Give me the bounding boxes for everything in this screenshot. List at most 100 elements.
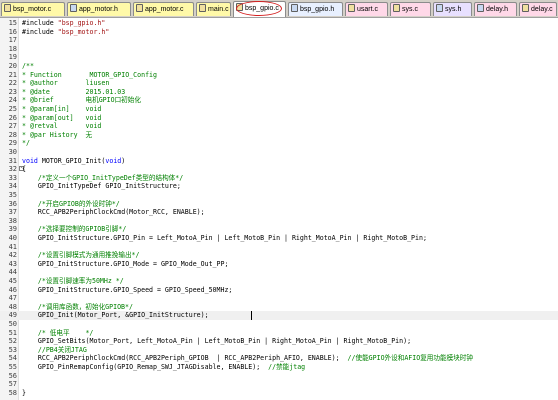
code-text[interactable]: RCC_APB2PeriphClockCmd(Motor_RCC, ENABLE… (22, 208, 205, 217)
code-line: 41 (0, 243, 558, 252)
code-text[interactable]: #include "bsp_gpio.h" (22, 19, 105, 28)
code-text[interactable]: * @author liusen (22, 79, 109, 88)
tab-delay-h[interactable]: delay.h (474, 2, 517, 16)
c-file-icon (348, 4, 355, 12)
code-line: 50 (0, 320, 558, 329)
tab-label: app_motor.c (145, 6, 184, 13)
code-line: 24 * @brief 电机GPIO口初始化 (0, 96, 558, 105)
code-token-comment: * @author liusen (22, 79, 110, 88)
code-line: 39 /*选择要控制的GPIOB引脚*/ (0, 225, 558, 234)
tab-usart-c[interactable]: usart.c (345, 2, 388, 16)
code-text[interactable]: /*设置引脚模式为通用推挽输出*/ (22, 251, 140, 260)
code-token-text: #include (22, 27, 58, 36)
code-text[interactable]: * Function MOTOR_GPIO_Config (22, 71, 157, 80)
tab-sys-h[interactable]: sys.h (433, 2, 472, 16)
code-token-text: GPIO_SetBits(Motor_Port, Left_MotoA_Pin … (22, 337, 412, 346)
line-number: 21 (8, 70, 17, 79)
tab-app-motor-c[interactable]: app_motor.c (133, 2, 194, 16)
line-number: 58 (8, 388, 17, 397)
code-text[interactable]: /*调用库函数，初始化GPIOB*/ (22, 303, 133, 312)
code-text[interactable]: * @param[in] void (22, 105, 101, 114)
line-number: 29 (8, 139, 17, 148)
tab-app-motor-h[interactable]: app_motor.h (67, 2, 131, 16)
code-line: 54 RCC_APB2PeriphClockCmd(RCC_APB2Periph… (0, 354, 558, 363)
code-line: 22 * @author liusen (0, 79, 558, 88)
c-file-icon (4, 4, 11, 12)
code-text[interactable]: /** (22, 62, 34, 71)
active-tab-highlight-ring (236, 1, 282, 16)
code-line: 47 (0, 294, 558, 303)
code-line: 37 RCC_APB2PeriphClockCmd(Motor_RCC, ENA… (0, 208, 558, 217)
code-token-comment: /*设置引脚速率为50MHz */ (22, 277, 124, 285)
code-text[interactable]: * @brief 电机GPIO口初始化 (22, 96, 141, 105)
code-token-comment: /*开启GPIOB的外设时钟*/ (22, 199, 120, 208)
h-file-icon (291, 4, 298, 12)
code-line: 31 void MOTOR_GPIO_Init(void) (0, 157, 558, 166)
code-line: 34 GPIO_InitTypeDef GPIO_InitStructure; (0, 182, 558, 191)
code-text[interactable]: /*开启GPIOB的外设时钟*/ (22, 200, 120, 209)
line-number: 47 (8, 294, 17, 303)
code-line: 57 (0, 380, 558, 389)
code-token-comment: /*选择要控制的GPIOB引脚*/ (22, 225, 127, 234)
tab-label: sys.c (402, 6, 418, 13)
code-text[interactable]: GPIO_Init(Motor_Port, &GPIO_InitStructur… (22, 311, 209, 320)
tab-label: bsp_motor.c (13, 6, 52, 13)
code-line: 17 (0, 36, 558, 45)
code-token-comment: /*定义一个GPIO_InitTypeDef类型的结构体*/ (22, 173, 184, 182)
line-number: 34 (8, 182, 17, 191)
code-text[interactable]: GPIO_InitTypeDef GPIO_InitStructure; (22, 182, 181, 191)
code-text[interactable]: /* 低电平 */ (22, 329, 94, 338)
line-number: 41 (8, 242, 17, 251)
code-text[interactable]: * @retval void (22, 122, 101, 131)
tab-main-c[interactable]: main.c (196, 2, 231, 16)
tab-label: delay.c (531, 6, 553, 13)
code-token-comment: /** (22, 62, 34, 70)
code-text[interactable]: * @param[out] void (22, 114, 101, 123)
tab-delay-c[interactable]: delay.c (519, 2, 557, 16)
line-number: 39 (8, 225, 17, 234)
code-line: 55 GPIO_PinRemapConfig(GPIO_Remap_SWJ_JT… (0, 363, 558, 372)
code-line: 26 * @param[out] void (0, 114, 558, 123)
h-file-icon (477, 4, 484, 12)
tab-sys-c[interactable]: sys.c (390, 2, 431, 16)
code-text[interactable]: /*选择要控制的GPIOB引脚*/ (22, 225, 126, 234)
code-text[interactable]: #include "bsp_motor.h" (22, 28, 109, 37)
code-text[interactable]: } (22, 389, 26, 398)
tab-bsp-motor-c[interactable]: bsp_motor.c (1, 2, 65, 16)
line-number: 32 (8, 165, 17, 174)
code-text[interactable]: * @par History 无 (22, 131, 92, 140)
code-line: 20 /** (0, 62, 558, 71)
code-line: 42 /*设置引脚模式为通用推挽输出*/ (0, 251, 558, 260)
code-token-keyword: void (105, 156, 122, 165)
line-number: 22 (8, 79, 17, 88)
code-line: 46 GPIO_InitStructure.GPIO_Speed = GPIO_… (0, 286, 558, 295)
code-text[interactable]: GPIO_InitStructure.GPIO_Pin = Left_MotoA… (22, 234, 427, 243)
code-token-comment: * @param[in] void (22, 105, 102, 113)
code-line: 18 (0, 45, 558, 54)
code-line: 27 * @retval void (0, 122, 558, 131)
tab-label: bsp_gpio.h (300, 6, 335, 13)
code-token-text: #include (22, 19, 58, 27)
code-line: 43 GPIO_InitStructure.GPIO_Mode = GPIO_M… (0, 260, 558, 269)
code-line: 49 GPIO_Init(Motor_Port, &GPIO_InitStruc… (0, 311, 558, 320)
code-editor[interactable]: 15 #include "bsp_gpio.h" 16 #include "bsp_m… (0, 18, 558, 400)
code-line: 21 * Function MOTOR_GPIO_Config (0, 71, 558, 80)
code-text[interactable]: GPIO_InitStructure.GPIO_Speed = GPIO_Spe… (22, 286, 233, 295)
code-token-text: } (22, 388, 26, 397)
code-text[interactable]: /*定义一个GPIO_InitTypeDef类型的结构体*/ (22, 174, 183, 183)
code-text[interactable]: /*设置引脚速率为50MHz */ (22, 277, 124, 286)
tab-bsp-gpio-h[interactable]: bsp_gpio.h (288, 2, 343, 16)
code-text[interactable]: GPIO_InitStructure.GPIO_Mode = GPIO_Mode… (22, 260, 229, 269)
line-number: 28 (8, 130, 17, 139)
code-text[interactable]: GPIO_SetBits(Motor_Port, Left_MotoA_Pin … (22, 337, 411, 346)
code-text[interactable]: */ (22, 139, 30, 148)
code-text[interactable]: GPIO_PinRemapConfig(GPIO_Remap_SWJ_JTAGD… (22, 363, 305, 372)
code-line: 29 */ (0, 139, 558, 148)
code-text[interactable]: RCC_APB2PeriphClockCmd(RCC_APB2Periph_GP… (22, 354, 473, 363)
c-file-icon (199, 4, 206, 12)
line-number: 20 (8, 62, 17, 70)
code-line: 56 (0, 372, 558, 381)
code-line: 52 GPIO_SetBits(Motor_Port, Left_MotoA_P… (0, 337, 558, 346)
code-text[interactable]: { (22, 165, 26, 174)
code-text[interactable]: void MOTOR_GPIO_Init(void) (22, 157, 125, 166)
